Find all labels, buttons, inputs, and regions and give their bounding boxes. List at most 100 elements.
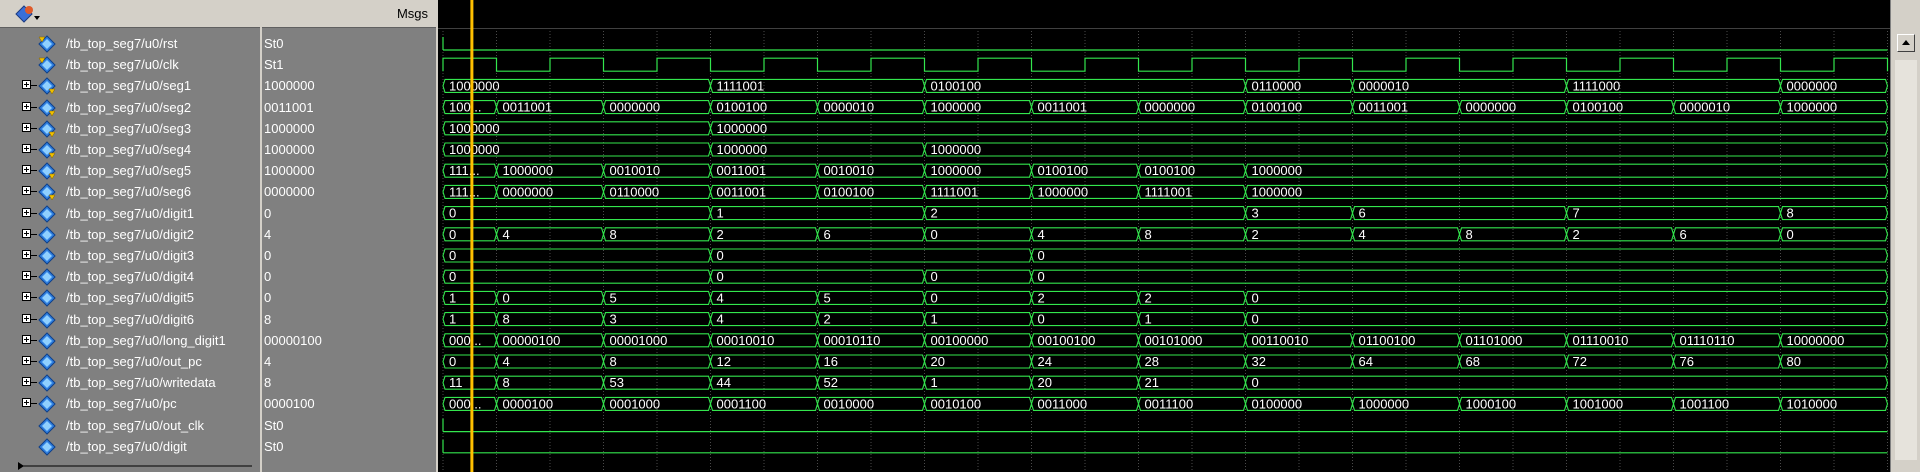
names-scroll-indicator[interactable] <box>0 460 260 472</box>
expand-toggle-icon[interactable] <box>22 356 31 365</box>
expand-toggle-icon[interactable] <box>22 165 31 175</box>
waveform-pc[interactable]: 000... 0000100 0001000 0001100 0010000 001010… <box>442 396 1889 411</box>
waveform-digit6[interactable]: 1 8 3 4 2 1 0 1 0 <box>442 312 1889 327</box>
waveform-digit4[interactable]: 0 0 0 0 <box>442 269 1889 284</box>
waveform-digit1[interactable]: 0 1 2 3 6 7 8 <box>442 206 1889 221</box>
expand-toggle-icon[interactable] <box>22 250 31 259</box>
bus-value-label: 0 <box>1252 375 1259 390</box>
expand-toggle-icon[interactable] <box>22 207 31 217</box>
bus-value-label: 0 <box>1252 290 1259 305</box>
bus-value-label: 1 <box>931 312 938 327</box>
tree-connector <box>31 339 37 341</box>
waveform-pane[interactable]: 1000000 1111001 0100100 0110000 0000010 11110… <box>438 0 1890 472</box>
bus-value-label: 76 <box>1680 354 1694 369</box>
signal-row[interactable]: /tb_top_seg7/u0/digit2 <box>0 224 260 245</box>
waveform-seg1[interactable]: 1000000 1111001 0100100 0110000 0000010 11110… <box>442 78 1889 93</box>
bus-value-label: 0100000 <box>1252 396 1303 411</box>
signal-row[interactable]: /tb_top_seg7/u0/seg2 <box>0 97 260 118</box>
wave-format-icon[interactable] <box>14 4 40 24</box>
expand-toggle-icon[interactable] <box>22 228 31 238</box>
signal-row[interactable]: /tb_top_seg7/u0/long_digit1 <box>0 330 260 351</box>
expand-toggle-icon[interactable] <box>22 398 31 408</box>
bus-value-label: 4 <box>503 354 510 369</box>
waveform-digit3[interactable]: 0 0 0 <box>442 248 1889 263</box>
signal-row[interactable]: /tb_top_seg7/u0/seg5 <box>0 160 260 181</box>
bus-value-label: 0 <box>717 248 724 263</box>
bus-value-label: 0 <box>1038 312 1045 327</box>
bus-segment <box>1137 290 1247 305</box>
signal-row[interactable]: /tb_top_seg7/u0/digit3 <box>0 245 260 266</box>
expand-toggle-icon[interactable] <box>22 101 31 111</box>
bus-value-label: 0011000 <box>1038 396 1088 411</box>
signal-value: 4 <box>264 226 272 242</box>
bus-value-label: 11 <box>449 375 463 390</box>
bus-value-label: 01110110 <box>1680 333 1735 348</box>
waveform-digit5[interactable]: 1 0 5 4 5 0 2 2 0 <box>442 290 1889 305</box>
signal-icon <box>38 310 56 329</box>
signal-row[interactable]: /tb_top_seg7/u0/digit5 <box>0 287 260 308</box>
bus-value-label: 0001000 <box>610 396 661 411</box>
signal-row[interactable]: /tb_top_seg7/u0/out_clk <box>0 415 260 436</box>
bus-value-label: 0 <box>449 354 456 369</box>
bus-value-label: 0010010 <box>610 163 661 178</box>
signal-row[interactable]: /tb_top_seg7/u0/rst <box>0 33 260 54</box>
expand-toggle-icon[interactable] <box>22 377 31 387</box>
bus-value-label: 0010000 <box>824 396 875 411</box>
bus-value-label: 0 <box>449 269 456 284</box>
waveform-digit2[interactable]: 0 4 8 2 6 0 4 8 2 4 8 2 6 0 <box>442 227 1889 242</box>
scroll-thumb[interactable] <box>1895 60 1917 460</box>
waveform-out_clk[interactable] <box>442 418 1888 433</box>
waveform-clk[interactable] <box>442 57 1889 72</box>
scroll-up-arrow-icon[interactable] <box>1897 34 1915 52</box>
bus-value-label: 0011001 <box>1359 100 1409 115</box>
waveform-seg2[interactable]: 100... 0011001 0000000 0100100 0000010 100000… <box>442 100 1889 115</box>
expand-toggle-icon[interactable] <box>22 334 31 344</box>
signal-row[interactable]: /tb_top_seg7/u0/seg4 <box>0 139 260 160</box>
waveform-seg6[interactable]: 111... 0000000 0110000 0011001 0100100 111100… <box>442 184 1889 199</box>
expand-toggle-icon[interactable] <box>22 122 31 132</box>
waveform-seg3[interactable]: 1000000 1000000 <box>442 121 1889 136</box>
signal-row[interactable]: /tb_top_seg7/u0/digit4 <box>0 266 260 287</box>
expand-toggle-icon[interactable] <box>22 186 31 196</box>
expand-toggle-icon[interactable] <box>22 80 31 90</box>
waveform-rst[interactable] <box>442 37 1888 51</box>
bus-value-label: 0011001 <box>1038 100 1088 115</box>
signal-row[interactable]: /tb_top_seg7/u0/pc <box>0 393 260 414</box>
expand-toggle-icon[interactable] <box>22 313 31 323</box>
waveform-long_digit1[interactable]: 000... 00000100 00001000 00010010 00010110 00… <box>442 333 1889 348</box>
expand-toggle-icon[interactable] <box>22 144 31 153</box>
waveform-seg5[interactable]: 111... 1000000 0010010 0011001 0010010 100000… <box>442 163 1889 178</box>
signal-icon <box>38 395 56 414</box>
signal-row[interactable]: /tb_top_seg7/u0/writedata <box>0 372 260 393</box>
waveform-canvas[interactable]: 1000000 1111001 0100100 0110000 0000010 11110… <box>438 0 1890 472</box>
waveform-out_pc[interactable]: 0 4 8 12 16 20 24 28 32 64 68 72 76 80 <box>442 354 1889 369</box>
signal-value: 8 <box>264 375 272 391</box>
expand-toggle-icon[interactable] <box>22 292 31 302</box>
signal-row[interactable]: /tb_top_seg7/u0/digit <box>0 436 260 457</box>
waveform-seg4[interactable]: 1000000 1000000 1000000 <box>442 142 1889 157</box>
signal-icon <box>38 268 56 286</box>
signal-row[interactable]: /tb_top_seg7/u0/seg6 <box>0 181 260 202</box>
vertical-scrollbar[interactable] <box>1890 0 1920 472</box>
expand-toggle-icon[interactable] <box>22 271 31 281</box>
signal-row[interactable]: /tb_top_seg7/u0/clk <box>0 54 260 75</box>
bus-value-label: 1000000 <box>503 163 554 178</box>
bus-value-label: 0 <box>449 248 456 263</box>
signal-row[interactable]: /tb_top_seg7/u0/digit1 <box>0 203 260 224</box>
tree-connector <box>31 361 37 362</box>
output-port-icon <box>38 141 56 159</box>
bus-value-label: 6 <box>1680 227 1687 242</box>
bus-segment <box>709 121 1889 136</box>
signal-row[interactable]: /tb_top_seg7/u0/out_pc <box>0 351 260 372</box>
output-port-icon <box>38 98 56 117</box>
bus-value-label: 8 <box>610 227 617 242</box>
waveform-writedata[interactable]: 11 8 53 44 52 1 20 21 0 <box>442 375 1889 390</box>
waveform-digit[interactable] <box>442 439 1888 454</box>
signal-name: /tb_top_seg7/u0/out_pc <box>66 354 202 369</box>
signal-row[interactable]: /tb_top_seg7/u0/seg1 <box>0 75 260 96</box>
bus-value-label: 0100100 <box>1038 163 1089 178</box>
signal-icon <box>38 226 56 244</box>
signal-row[interactable]: /tb_top_seg7/u0/seg3 <box>0 118 260 139</box>
signal-row[interactable]: /tb_top_seg7/u0/digit6 <box>0 309 260 330</box>
bus-value-label: 8 <box>1787 206 1794 221</box>
